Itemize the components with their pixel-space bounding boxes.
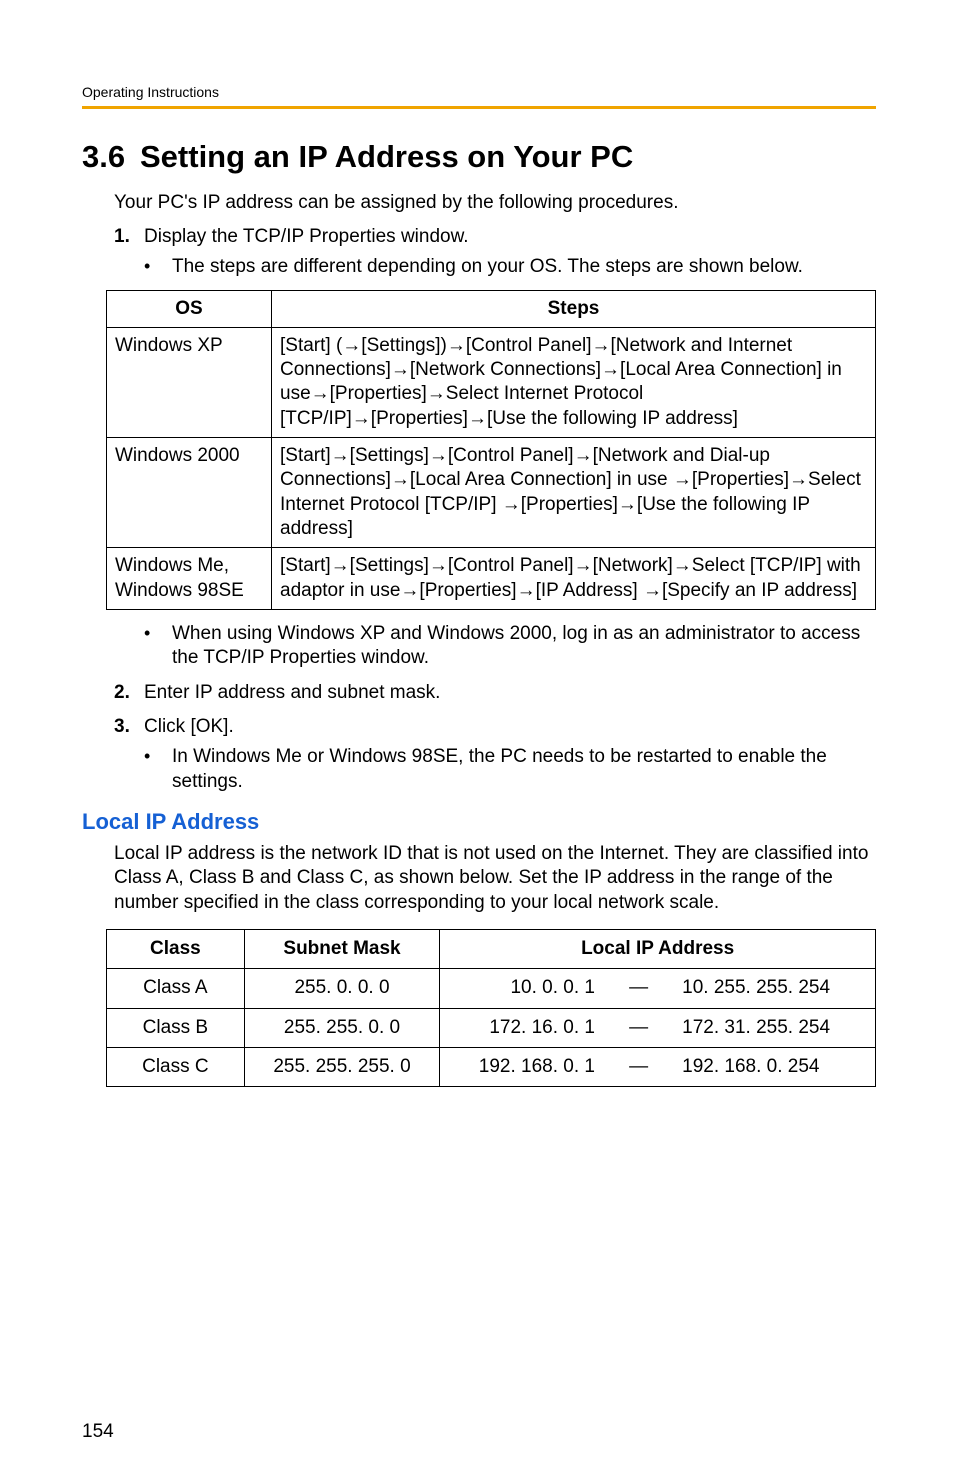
post-table-bullets: • When using Windows XP and Windows 2000… [144,622,876,671]
page-number: 154 [82,1420,114,1444]
section-title: 3.6Setting an IP Address on Your PC [82,137,876,177]
ip-head-addr: Local IP Address [440,929,876,968]
bullet-item: • The steps are different depending on y… [144,255,876,279]
bullet-text: The steps are different depending on you… [172,255,876,279]
bullet-dot-icon: • [144,255,172,278]
running-head: Operating Instructions [82,84,876,109]
steps-cell: [Start] (→[Settings])→[Control Panel]→[N… [272,327,876,437]
ip-to-cell: 192. 168. 0. 254 [666,1047,875,1086]
ip-table-wrap: Class Subnet Mask Local IP Address Class… [106,929,876,1087]
step3-bullets: • In Windows Me or Windows 98SE, the PC … [144,745,876,794]
ip-head-class: Class [107,929,245,968]
bullet-dot-icon: • [144,745,172,768]
bullet-item: • In Windows Me or Windows 98SE, the PC … [144,745,876,794]
table-row: Windows XP [Start] (→[Settings])→[Contro… [107,327,876,437]
ip-from-cell: 10. 0. 0. 1 [440,969,611,1008]
os-cell: Windows Me, Windows 98SE [107,548,272,610]
steps-cell: [Start]→[Settings]→[Control Panel]→[Netw… [272,438,876,548]
intro-text: Your PC's IP address can be assigned by … [114,191,876,215]
local-ip-heading: Local IP Address [82,808,876,836]
page: Operating Instructions 3.6Setting an IP … [0,0,954,1475]
section-number: 3.6 [82,137,140,177]
steps-list: 1. Display the TCP/IP Properties window.… [114,225,876,280]
ip-from-cell: 172. 16. 0. 1 [440,1008,611,1047]
ip-mask-cell: 255. 255. 0. 0 [244,1008,440,1047]
step-number: 2. [114,681,144,705]
step-2: 2. Enter IP address and subnet mask. [114,681,876,705]
local-ip-table: Class Subnet Mask Local IP Address Class… [106,929,876,1087]
step1-bullets: • The steps are different depending on y… [144,255,876,279]
ip-mask-cell: 255. 0. 0. 0 [244,969,440,1008]
steps-cell: [Start]→[Settings]→[Control Panel]→[Netw… [272,548,876,610]
bullet-item: • When using Windows XP and Windows 2000… [144,622,876,671]
ip-class-cell: Class B [107,1008,245,1047]
steps-list-cont: • When using Windows XP and Windows 2000… [114,622,876,794]
step-text: Enter IP address and subnet mask. [144,682,440,703]
os-steps-table: OS Steps Windows XP [Start] (→[Settings]… [106,290,876,610]
ip-from-cell: 192. 168. 0. 1 [440,1047,611,1086]
os-steps-head-steps: Steps [272,290,876,327]
ip-dash-cell: — [611,1047,666,1086]
step-number: 3. [114,715,144,739]
ip-mask-cell: 255. 255. 255. 0 [244,1047,440,1086]
ip-dash-cell: — [611,969,666,1008]
bullet-dot-icon: • [144,622,172,645]
post-table-bullet-wrap: • When using Windows XP and Windows 2000… [144,622,876,671]
os-cell: Windows 2000 [107,438,272,548]
table-row: Class C 255. 255. 255. 0 192. 168. 0. 1 … [107,1047,876,1086]
table-row: Windows Me, Windows 98SE [Start]→[Settin… [107,548,876,610]
step-text: Display the TCP/IP Properties window. [144,226,469,247]
ip-to-cell: 10. 255. 255. 254 [666,969,875,1008]
local-ip-intro: Local IP address is the network ID that … [114,842,876,915]
ip-class-cell: Class C [107,1047,245,1086]
step-text: Click [OK]. [144,716,234,737]
section-title-text: Setting an IP Address on Your PC [140,139,633,174]
step-number: 1. [114,225,144,249]
bullet-text: When using Windows XP and Windows 2000, … [172,622,876,671]
os-cell: Windows XP [107,327,272,437]
table-row: Class A 255. 0. 0. 0 10. 0. 0. 1 — 10. 2… [107,969,876,1008]
bullet-text: In Windows Me or Windows 98SE, the PC ne… [172,745,876,794]
ip-dash-cell: — [611,1008,666,1047]
step-3: 3. Click [OK]. • In Windows Me or Window… [114,715,876,794]
table-row: Windows 2000 [Start]→[Settings]→[Control… [107,438,876,548]
ip-to-cell: 172. 31. 255. 254 [666,1008,875,1047]
table-row: Class B 255. 255. 0. 0 172. 16. 0. 1 — 1… [107,1008,876,1047]
ip-class-cell: Class A [107,969,245,1008]
ip-head-mask: Subnet Mask [244,929,440,968]
os-steps-head-os: OS [107,290,272,327]
os-steps-table-wrap: OS Steps Windows XP [Start] (→[Settings]… [106,290,876,610]
step-1: 1. Display the TCP/IP Properties window.… [114,225,876,280]
